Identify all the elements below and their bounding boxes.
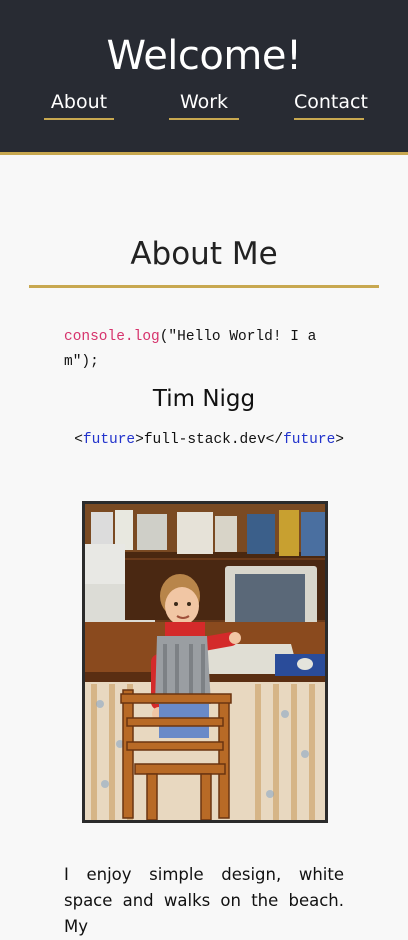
code-tag-close: future bbox=[283, 432, 336, 448]
site-header: Welcome! About Work Contact bbox=[0, 0, 408, 155]
nav-link-work[interactable]: Work bbox=[169, 91, 239, 120]
hello-code-line: console.log("Hello World! I am"); bbox=[64, 325, 344, 375]
code-punct: > bbox=[135, 432, 144, 448]
code-tag-open: future bbox=[82, 432, 136, 448]
site-title: Welcome! bbox=[106, 33, 302, 79]
code-function: console.log bbox=[64, 329, 160, 345]
section-divider bbox=[29, 285, 379, 288]
section-title: About Me bbox=[130, 236, 278, 272]
main-nav: About Work Contact bbox=[0, 91, 408, 121]
code-text: full-stack.dev bbox=[143, 432, 266, 448]
profile-photo bbox=[82, 501, 328, 823]
nav-link-about[interactable]: About bbox=[44, 91, 114, 120]
future-code-line: <future>full-stack.dev</future> bbox=[64, 428, 344, 453]
code-punct: < bbox=[74, 432, 83, 448]
person-name: Tim Nigg bbox=[152, 386, 256, 412]
about-paragraph: I enjoy simple design, white space and w… bbox=[64, 864, 344, 936]
code-punct: > bbox=[335, 432, 344, 448]
code-punct: </ bbox=[265, 432, 284, 448]
nav-link-contact[interactable]: Contact bbox=[294, 91, 368, 120]
